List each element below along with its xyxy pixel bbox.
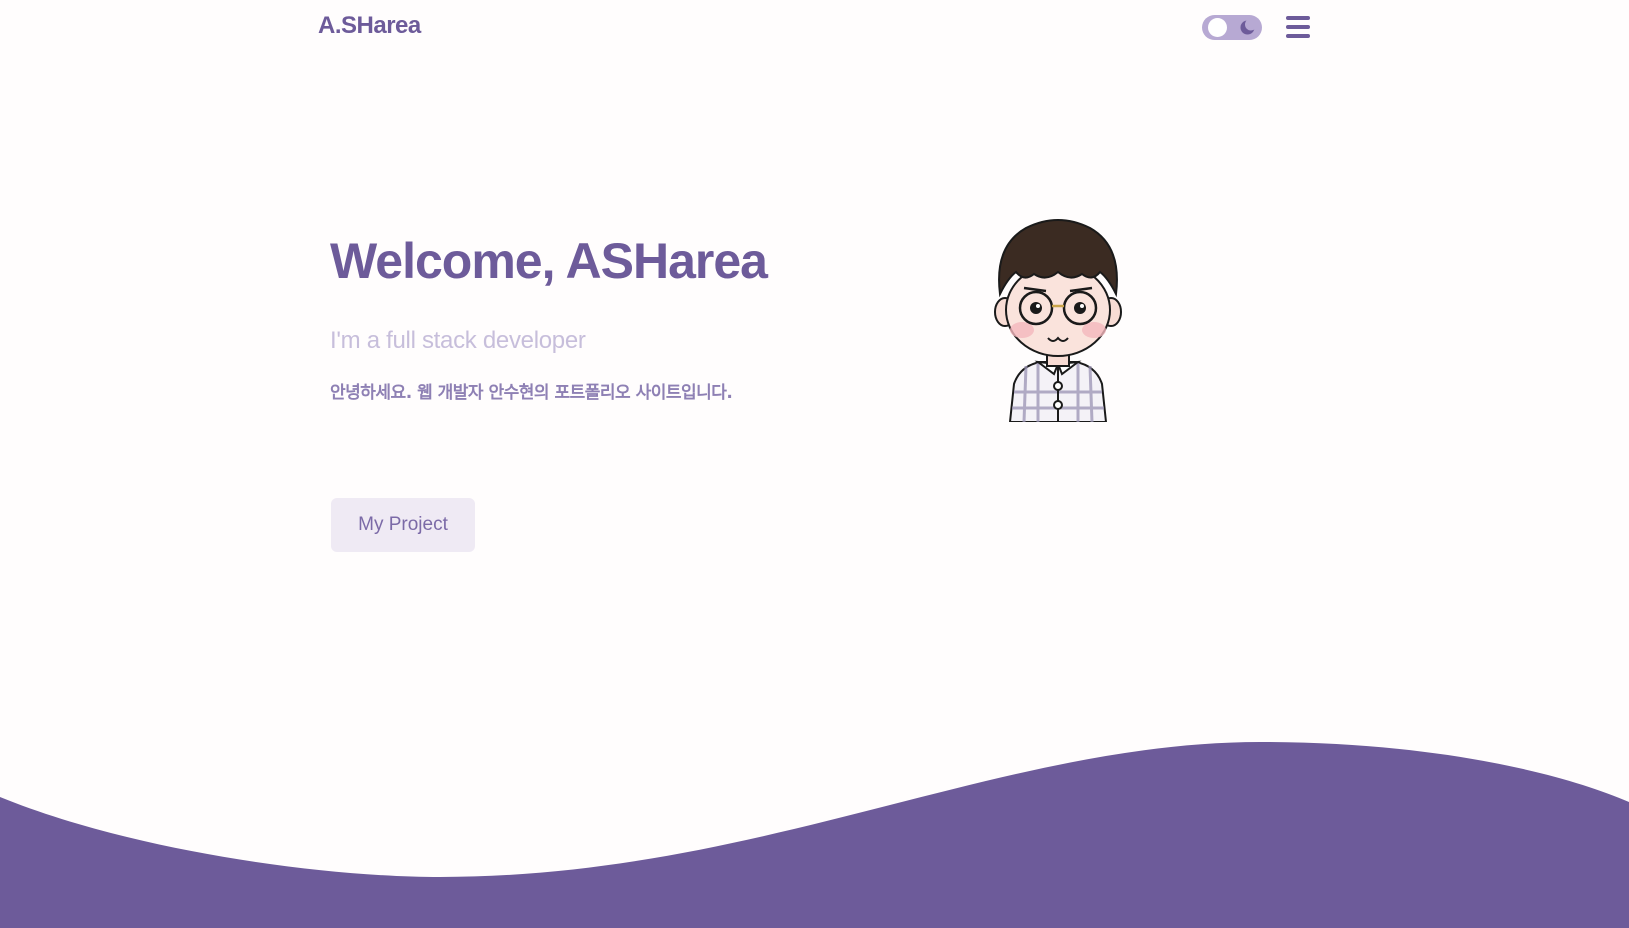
home-page: A.SHarea Welcome, ASHarea I'm a full sta… [0,0,1629,928]
footer-wave [0,742,1629,928]
hero-title: Welcome, ASHarea [330,233,768,289]
hero-subtitle: I'm a full stack developer [330,327,586,354]
hero-description: 안녕하세요. 웹 개발자 안수현의 포트폴리오 사이트입니다. [330,383,733,403]
toggle-knob [1208,18,1227,37]
developer-avatar [994,219,1122,422]
site-logo[interactable]: A.SHarea [318,12,421,40]
moon-icon [1240,20,1255,35]
hamburger-menu-icon[interactable] [1286,15,1310,39]
theme-toggle[interactable] [1202,15,1262,40]
my-project-button[interactable]: My Project [331,498,475,552]
